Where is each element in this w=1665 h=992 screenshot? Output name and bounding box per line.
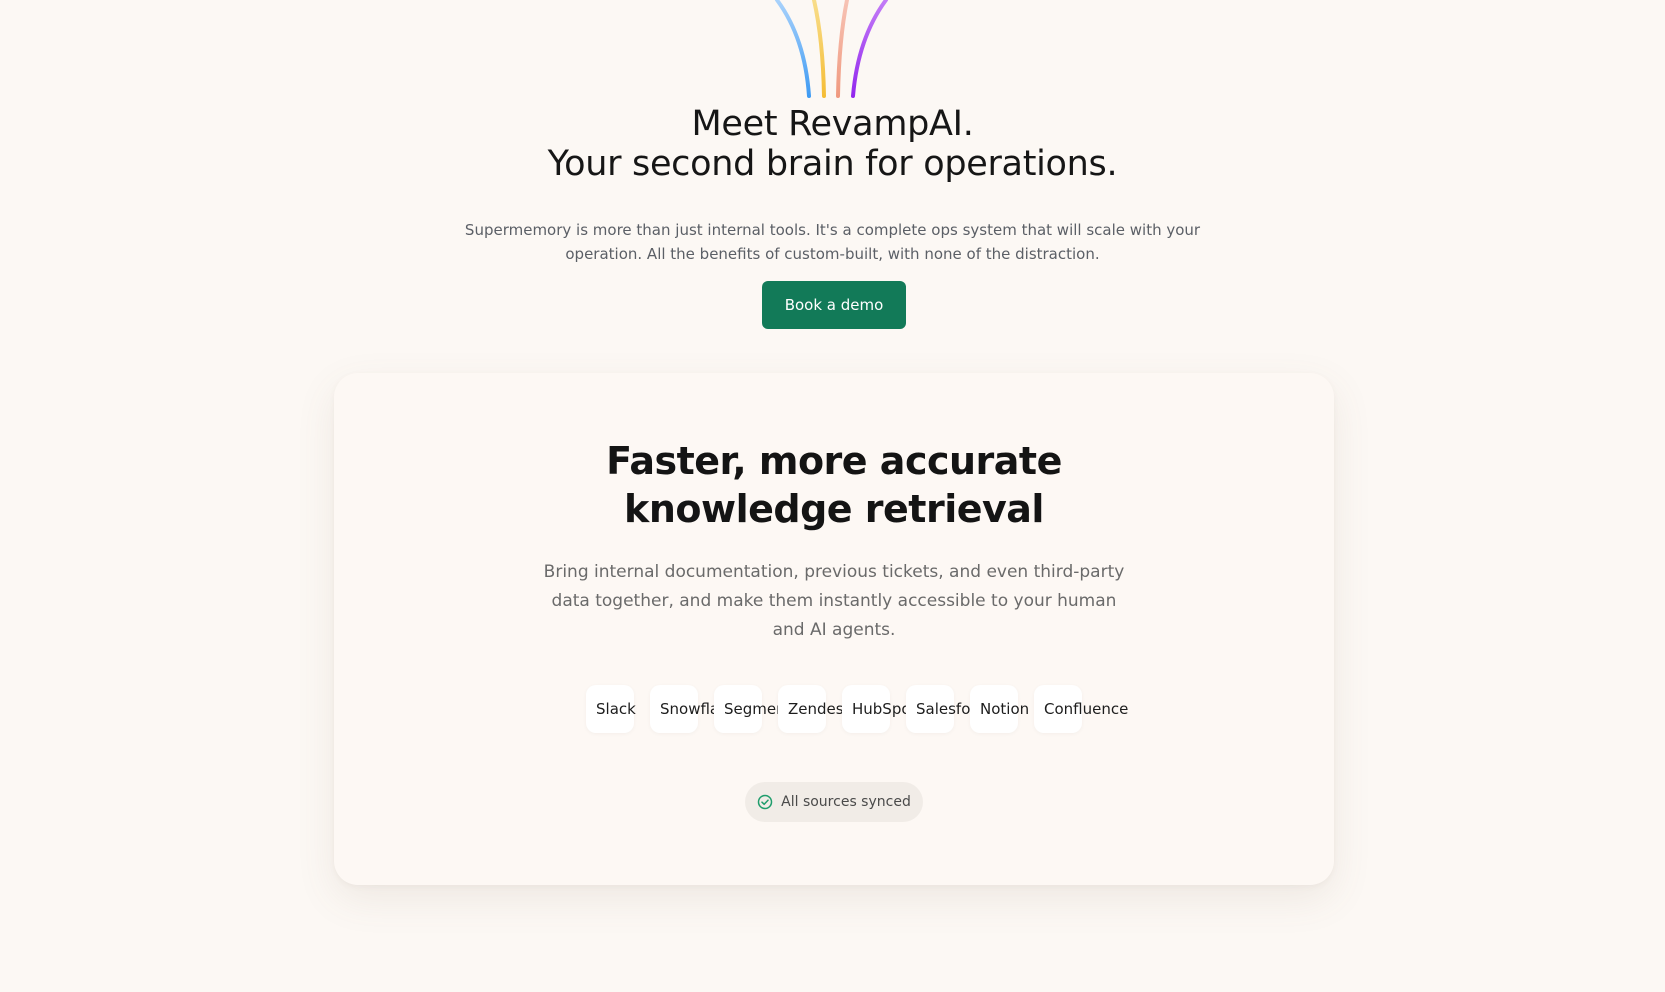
source-integrations: Slack Snowflake Segment Zendesk HubSpot … xyxy=(586,685,1128,733)
arc-yellow xyxy=(812,0,826,98)
feature-title: Faster, more accurate knowledge retrieva… xyxy=(334,437,1334,533)
knowledge-retrieval-card: Faster, more accurate knowledge retrieva… xyxy=(334,373,1334,885)
sync-status-text: All sources synced xyxy=(781,794,911,810)
sync-status-badge: All sources synced xyxy=(745,782,923,822)
feature-description: Bring internal documentation, previous t… xyxy=(543,562,1125,640)
source-label-notion: Notion xyxy=(980,700,1030,718)
decorative-arcs xyxy=(775,0,888,98)
feature-title-line1: Faster, more accurate xyxy=(606,439,1062,483)
source-label-zendesk: Zendesk xyxy=(788,700,842,718)
hero-title: Meet RevampAI. Your second brain for ope… xyxy=(0,104,1665,184)
check-circle-icon xyxy=(757,794,773,810)
hero-title-line2: Your second brain for operations. xyxy=(547,144,1118,184)
feature-title-line2: knowledge retrieval xyxy=(624,487,1044,531)
arc-coral xyxy=(836,0,849,98)
book-demo-button[interactable]: Book a demo xyxy=(762,281,906,329)
source-label-segment: Segment xyxy=(724,700,778,718)
hero-title-line1: Meet RevampAI. xyxy=(691,104,974,144)
arc-blue xyxy=(775,0,811,98)
source-label-salesforce: Salesforce xyxy=(916,700,970,718)
hero-subtitle: Supermemory is more than just internal t… xyxy=(464,221,1201,263)
source-label-snowflake: Snowflake xyxy=(660,700,714,718)
source-label-hubspot: HubSpot xyxy=(852,700,906,718)
source-label-slack: Slack xyxy=(596,700,636,718)
source-label-confluence: Confluence xyxy=(1044,700,1129,718)
arc-purple xyxy=(851,0,888,98)
landing-page: Meet RevampAI. Your second brain for ope… xyxy=(0,0,1665,992)
